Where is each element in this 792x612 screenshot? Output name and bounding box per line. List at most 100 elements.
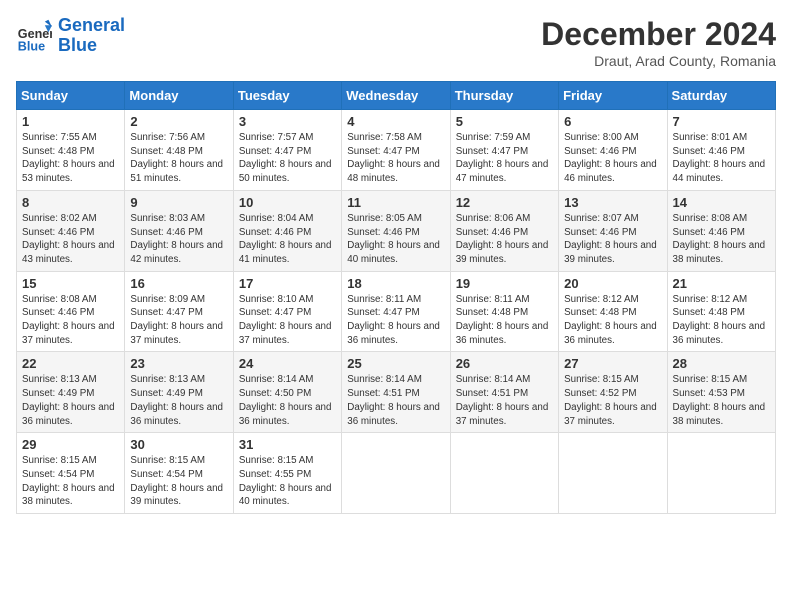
day-detail: Sunrise: 8:12 AM Sunset: 4:48 PM Dayligh… <box>673 293 770 348</box>
page-header: General Blue GeneralBlue December 2024 D… <box>16 16 776 69</box>
calendar-cell: 4 Sunrise: 7:58 AM Sunset: 4:47 PM Dayli… <box>342 110 450 191</box>
day-detail: Sunrise: 8:01 AM Sunset: 4:46 PM Dayligh… <box>673 131 770 186</box>
calendar-cell: 8 Sunrise: 8:02 AM Sunset: 4:46 PM Dayli… <box>17 190 125 271</box>
day-header-thursday: Thursday <box>450 82 558 110</box>
calendar-cell: 16 Sunrise: 8:09 AM Sunset: 4:47 PM Dayl… <box>125 271 233 352</box>
day-detail: Sunrise: 7:56 AM Sunset: 4:48 PM Dayligh… <box>130 131 227 186</box>
calendar-cell: 26 Sunrise: 8:14 AM Sunset: 4:51 PM Dayl… <box>450 352 558 433</box>
calendar-cell: 30 Sunrise: 8:15 AM Sunset: 4:54 PM Dayl… <box>125 433 233 514</box>
calendar-cell <box>450 433 558 514</box>
calendar-week-1: 1 Sunrise: 7:55 AM Sunset: 4:48 PM Dayli… <box>17 110 776 191</box>
month-title: December 2024 <box>541 16 776 53</box>
calendar-cell: 27 Sunrise: 8:15 AM Sunset: 4:52 PM Dayl… <box>559 352 667 433</box>
day-detail: Sunrise: 8:08 AM Sunset: 4:46 PM Dayligh… <box>673 212 770 267</box>
calendar-cell: 28 Sunrise: 8:15 AM Sunset: 4:53 PM Dayl… <box>667 352 775 433</box>
calendar-week-2: 8 Sunrise: 8:02 AM Sunset: 4:46 PM Dayli… <box>17 190 776 271</box>
day-detail: Sunrise: 8:15 AM Sunset: 4:54 PM Dayligh… <box>130 454 227 509</box>
day-detail: Sunrise: 8:14 AM Sunset: 4:51 PM Dayligh… <box>347 373 444 428</box>
calendar-cell: 11 Sunrise: 8:05 AM Sunset: 4:46 PM Dayl… <box>342 190 450 271</box>
day-number: 19 <box>456 276 553 291</box>
day-header-friday: Friday <box>559 82 667 110</box>
day-detail: Sunrise: 8:02 AM Sunset: 4:46 PM Dayligh… <box>22 212 119 267</box>
day-detail: Sunrise: 8:10 AM Sunset: 4:47 PM Dayligh… <box>239 293 336 348</box>
day-number: 22 <box>22 356 119 371</box>
calendar-cell: 17 Sunrise: 8:10 AM Sunset: 4:47 PM Dayl… <box>233 271 341 352</box>
calendar-cell: 9 Sunrise: 8:03 AM Sunset: 4:46 PM Dayli… <box>125 190 233 271</box>
day-detail: Sunrise: 8:06 AM Sunset: 4:46 PM Dayligh… <box>456 212 553 267</box>
day-header-saturday: Saturday <box>667 82 775 110</box>
day-number: 18 <box>347 276 444 291</box>
day-detail: Sunrise: 8:15 AM Sunset: 4:53 PM Dayligh… <box>673 373 770 428</box>
day-number: 21 <box>673 276 770 291</box>
location-subtitle: Draut, Arad County, Romania <box>541 53 776 69</box>
day-detail: Sunrise: 8:15 AM Sunset: 4:55 PM Dayligh… <box>239 454 336 509</box>
day-detail: Sunrise: 8:08 AM Sunset: 4:46 PM Dayligh… <box>22 293 119 348</box>
calendar-cell: 1 Sunrise: 7:55 AM Sunset: 4:48 PM Dayli… <box>17 110 125 191</box>
day-number: 13 <box>564 195 661 210</box>
day-number: 12 <box>456 195 553 210</box>
day-number: 3 <box>239 114 336 129</box>
calendar-header-row: SundayMondayTuesdayWednesdayThursdayFrid… <box>17 82 776 110</box>
calendar-table: SundayMondayTuesdayWednesdayThursdayFrid… <box>16 81 776 514</box>
calendar-cell: 15 Sunrise: 8:08 AM Sunset: 4:46 PM Dayl… <box>17 271 125 352</box>
day-detail: Sunrise: 8:14 AM Sunset: 4:51 PM Dayligh… <box>456 373 553 428</box>
calendar-week-4: 22 Sunrise: 8:13 AM Sunset: 4:49 PM Dayl… <box>17 352 776 433</box>
day-number: 27 <box>564 356 661 371</box>
logo-icon: General Blue <box>16 18 52 54</box>
day-detail: Sunrise: 7:57 AM Sunset: 4:47 PM Dayligh… <box>239 131 336 186</box>
day-number: 31 <box>239 437 336 452</box>
day-number: 28 <box>673 356 770 371</box>
day-detail: Sunrise: 8:09 AM Sunset: 4:47 PM Dayligh… <box>130 293 227 348</box>
day-detail: Sunrise: 7:58 AM Sunset: 4:47 PM Dayligh… <box>347 131 444 186</box>
day-number: 4 <box>347 114 444 129</box>
day-detail: Sunrise: 8:07 AM Sunset: 4:46 PM Dayligh… <box>564 212 661 267</box>
day-number: 30 <box>130 437 227 452</box>
calendar-cell: 25 Sunrise: 8:14 AM Sunset: 4:51 PM Dayl… <box>342 352 450 433</box>
day-number: 5 <box>456 114 553 129</box>
day-number: 7 <box>673 114 770 129</box>
logo-text: GeneralBlue <box>58 16 125 56</box>
day-detail: Sunrise: 8:11 AM Sunset: 4:47 PM Dayligh… <box>347 293 444 348</box>
day-header-tuesday: Tuesday <box>233 82 341 110</box>
day-header-monday: Monday <box>125 82 233 110</box>
day-header-wednesday: Wednesday <box>342 82 450 110</box>
day-detail: Sunrise: 8:00 AM Sunset: 4:46 PM Dayligh… <box>564 131 661 186</box>
calendar-cell: 20 Sunrise: 8:12 AM Sunset: 4:48 PM Dayl… <box>559 271 667 352</box>
day-number: 25 <box>347 356 444 371</box>
calendar-cell: 23 Sunrise: 8:13 AM Sunset: 4:49 PM Dayl… <box>125 352 233 433</box>
day-number: 15 <box>22 276 119 291</box>
calendar-cell: 13 Sunrise: 8:07 AM Sunset: 4:46 PM Dayl… <box>559 190 667 271</box>
calendar-cell: 10 Sunrise: 8:04 AM Sunset: 4:46 PM Dayl… <box>233 190 341 271</box>
calendar-cell: 29 Sunrise: 8:15 AM Sunset: 4:54 PM Dayl… <box>17 433 125 514</box>
calendar-cell <box>342 433 450 514</box>
calendar-week-5: 29 Sunrise: 8:15 AM Sunset: 4:54 PM Dayl… <box>17 433 776 514</box>
day-detail: Sunrise: 8:13 AM Sunset: 4:49 PM Dayligh… <box>22 373 119 428</box>
day-detail: Sunrise: 8:14 AM Sunset: 4:50 PM Dayligh… <box>239 373 336 428</box>
calendar-cell: 18 Sunrise: 8:11 AM Sunset: 4:47 PM Dayl… <box>342 271 450 352</box>
calendar-cell: 19 Sunrise: 8:11 AM Sunset: 4:48 PM Dayl… <box>450 271 558 352</box>
day-detail: Sunrise: 8:12 AM Sunset: 4:48 PM Dayligh… <box>564 293 661 348</box>
calendar-cell: 21 Sunrise: 8:12 AM Sunset: 4:48 PM Dayl… <box>667 271 775 352</box>
day-number: 1 <box>22 114 119 129</box>
day-number: 20 <box>564 276 661 291</box>
day-number: 9 <box>130 195 227 210</box>
day-header-sunday: Sunday <box>17 82 125 110</box>
day-number: 8 <box>22 195 119 210</box>
svg-text:Blue: Blue <box>18 39 45 53</box>
calendar-cell: 6 Sunrise: 8:00 AM Sunset: 4:46 PM Dayli… <box>559 110 667 191</box>
calendar-cell: 22 Sunrise: 8:13 AM Sunset: 4:49 PM Dayl… <box>17 352 125 433</box>
calendar-cell: 12 Sunrise: 8:06 AM Sunset: 4:46 PM Dayl… <box>450 190 558 271</box>
calendar-week-3: 15 Sunrise: 8:08 AM Sunset: 4:46 PM Dayl… <box>17 271 776 352</box>
day-number: 26 <box>456 356 553 371</box>
day-detail: Sunrise: 8:13 AM Sunset: 4:49 PM Dayligh… <box>130 373 227 428</box>
day-detail: Sunrise: 7:55 AM Sunset: 4:48 PM Dayligh… <box>22 131 119 186</box>
calendar-cell: 14 Sunrise: 8:08 AM Sunset: 4:46 PM Dayl… <box>667 190 775 271</box>
day-detail: Sunrise: 8:15 AM Sunset: 4:52 PM Dayligh… <box>564 373 661 428</box>
day-number: 23 <box>130 356 227 371</box>
day-detail: Sunrise: 8:03 AM Sunset: 4:46 PM Dayligh… <box>130 212 227 267</box>
calendar-cell <box>667 433 775 514</box>
title-area: December 2024 Draut, Arad County, Romani… <box>541 16 776 69</box>
calendar-cell: 2 Sunrise: 7:56 AM Sunset: 4:48 PM Dayli… <box>125 110 233 191</box>
calendar-cell: 24 Sunrise: 8:14 AM Sunset: 4:50 PM Dayl… <box>233 352 341 433</box>
day-number: 6 <box>564 114 661 129</box>
